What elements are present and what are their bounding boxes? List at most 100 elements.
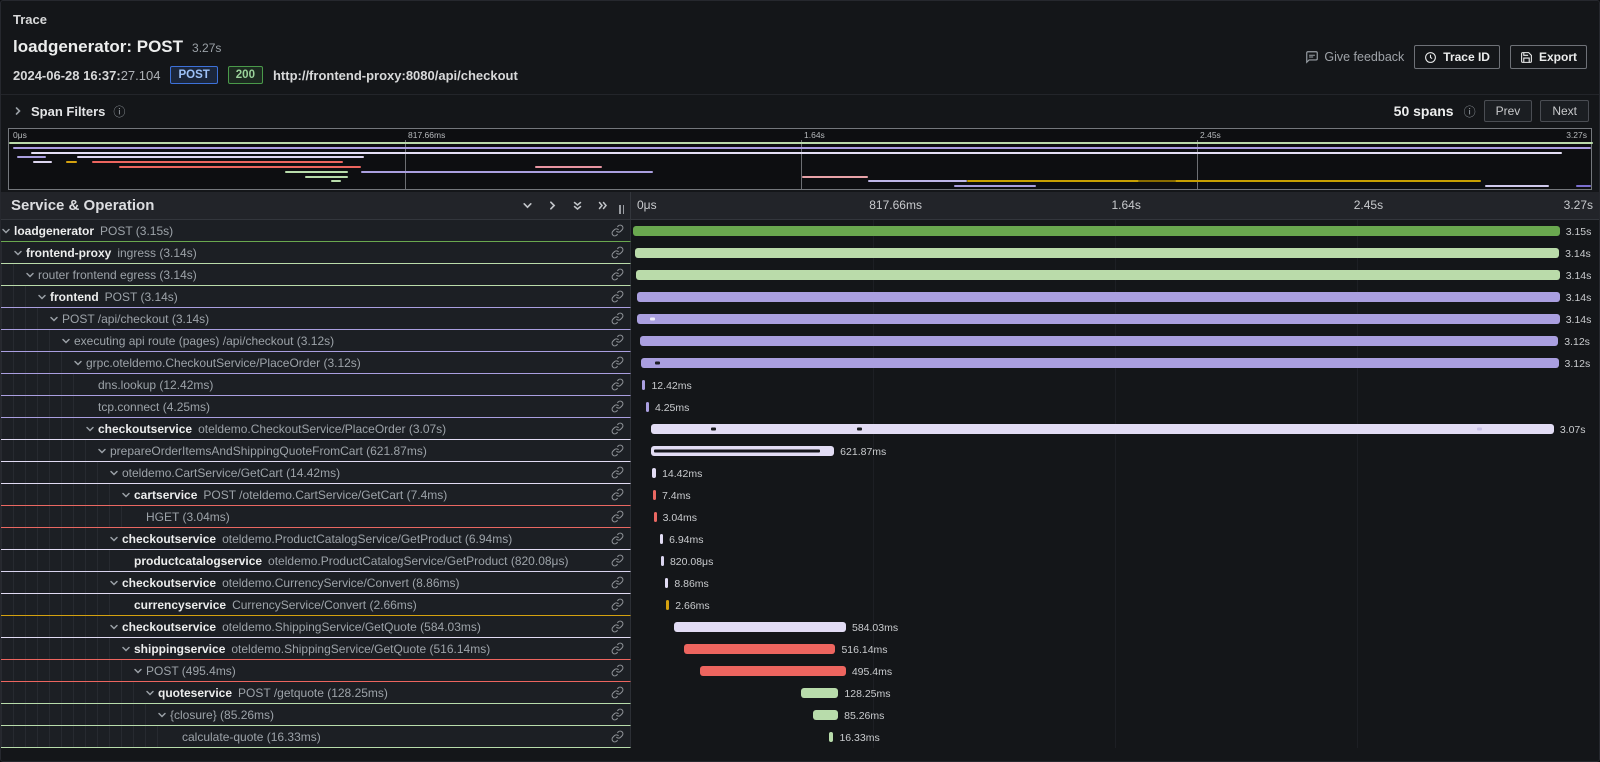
span-duration-bar[interactable] bbox=[646, 402, 649, 412]
span-duration-bar[interactable] bbox=[674, 622, 846, 632]
span-duration-bar[interactable] bbox=[654, 512, 657, 522]
export-button[interactable]: Export bbox=[1510, 45, 1587, 69]
collapse-chevron-icon[interactable] bbox=[85, 424, 98, 434]
span-duration-bar[interactable] bbox=[636, 270, 1560, 280]
span-link-icon[interactable] bbox=[611, 466, 624, 479]
span-name-cell[interactable]: calculate-quote (16.33ms) bbox=[1, 726, 631, 748]
span-link-icon[interactable] bbox=[611, 510, 624, 523]
span-link-icon[interactable] bbox=[611, 290, 624, 303]
collapse-chevron-icon[interactable] bbox=[73, 358, 86, 368]
span-link-icon[interactable] bbox=[611, 598, 624, 611]
span-name-cell[interactable]: executing api route (pages) /api/checkou… bbox=[1, 330, 631, 352]
give-feedback-link[interactable]: Give feedback bbox=[1305, 50, 1404, 64]
span-duration-bar[interactable] bbox=[651, 424, 1554, 434]
span-name-cell[interactable]: loadgeneratorPOST (3.15s) bbox=[1, 220, 631, 242]
span-name-cell[interactable]: checkoutserviceoteldemo.CheckoutService/… bbox=[1, 418, 631, 440]
collapse-all-icon[interactable] bbox=[572, 200, 583, 212]
span-link-icon[interactable] bbox=[611, 686, 624, 699]
span-name-cell[interactable]: tcp.connect (4.25ms) bbox=[1, 396, 631, 418]
collapse-chevron-icon[interactable] bbox=[121, 490, 134, 500]
collapse-chevron-icon[interactable] bbox=[157, 710, 170, 720]
span-duration-bar[interactable] bbox=[633, 226, 1560, 236]
span-link-icon[interactable] bbox=[611, 312, 624, 325]
span-duration-bar[interactable] bbox=[635, 248, 1559, 258]
span-name-cell[interactable]: POST /api/checkout (3.14s) bbox=[1, 308, 631, 330]
collapse-chevron-icon[interactable] bbox=[109, 534, 122, 544]
span-link-icon[interactable] bbox=[611, 532, 624, 545]
span-duration-bar[interactable] bbox=[801, 688, 839, 698]
collapse-chevron-icon[interactable] bbox=[25, 270, 38, 280]
span-name-cell[interactable]: frontend-proxyingress (3.14s) bbox=[1, 242, 631, 264]
span-link-icon[interactable] bbox=[611, 708, 624, 721]
span-link-icon[interactable] bbox=[611, 444, 624, 457]
span-duration-bar[interactable] bbox=[665, 578, 668, 588]
span-name-cell[interactable]: quoteservicePOST /getquote (128.25ms) bbox=[1, 682, 631, 704]
span-duration-bar[interactable] bbox=[653, 490, 656, 500]
span-name-cell[interactable]: checkoutserviceoteldemo.ProductCatalogSe… bbox=[1, 528, 631, 550]
span-name-cell[interactable]: checkoutserviceoteldemo.ShippingService/… bbox=[1, 616, 631, 638]
expand-one-icon[interactable] bbox=[547, 200, 558, 211]
span-link-icon[interactable] bbox=[611, 334, 624, 347]
span-link-icon[interactable] bbox=[611, 378, 624, 391]
span-name-cell[interactable]: dns.lookup (12.42ms) bbox=[1, 374, 631, 396]
span-link-icon[interactable] bbox=[611, 554, 624, 567]
collapse-chevron-icon[interactable] bbox=[1, 226, 14, 236]
span-link-icon[interactable] bbox=[611, 356, 624, 369]
collapse-chevron-icon[interactable] bbox=[61, 336, 74, 346]
span-name-cell[interactable]: {closure} (85.26ms) bbox=[1, 704, 631, 726]
collapse-chevron-icon[interactable] bbox=[109, 578, 122, 588]
collapse-chevron-icon[interactable] bbox=[49, 314, 62, 324]
span-duration-bar[interactable] bbox=[642, 380, 646, 390]
span-link-icon[interactable] bbox=[611, 730, 624, 743]
span-name-cell[interactable]: router frontend egress (3.14s) bbox=[1, 264, 631, 286]
span-duration-bar[interactable] bbox=[651, 446, 834, 456]
panel-resize-handle[interactable] bbox=[619, 205, 624, 214]
next-button[interactable]: Next bbox=[1540, 100, 1589, 122]
span-duration-bar[interactable] bbox=[637, 292, 1560, 302]
span-duration-bar[interactable] bbox=[813, 710, 838, 720]
collapse-chevron-icon[interactable] bbox=[13, 248, 26, 258]
span-name-cell[interactable]: checkoutserviceoteldemo.CurrencyService/… bbox=[1, 572, 631, 594]
span-name-cell[interactable]: cartservicePOST /oteldemo.CartService/Ge… bbox=[1, 484, 631, 506]
span-link-icon[interactable] bbox=[611, 224, 624, 237]
span-duration-bar[interactable] bbox=[660, 534, 663, 544]
span-name-cell[interactable]: productcatalogserviceoteldemo.ProductCat… bbox=[1, 550, 631, 572]
span-link-icon[interactable] bbox=[611, 246, 624, 259]
collapse-chevron-icon[interactable] bbox=[109, 622, 122, 632]
collapse-chevron-icon[interactable] bbox=[133, 666, 146, 676]
span-duration-bar[interactable] bbox=[700, 666, 846, 676]
span-link-icon[interactable] bbox=[611, 642, 624, 655]
span-link-icon[interactable] bbox=[611, 422, 624, 435]
collapse-chevron-icon[interactable] bbox=[109, 468, 122, 478]
span-duration-bar[interactable] bbox=[640, 336, 1558, 346]
span-duration-bar[interactable] bbox=[641, 358, 1558, 368]
span-link-icon[interactable] bbox=[611, 400, 624, 413]
span-name-cell[interactable]: HGET (3.04ms) bbox=[1, 506, 631, 528]
span-name-cell[interactable]: currencyserviceCurrencyService/Convert (… bbox=[1, 594, 631, 616]
span-duration-bar[interactable] bbox=[829, 732, 834, 742]
prev-button[interactable]: Prev bbox=[1484, 100, 1533, 122]
expand-all-icon[interactable] bbox=[597, 200, 609, 211]
span-duration-bar[interactable] bbox=[637, 314, 1560, 324]
trace-minimap[interactable]: 0μs817.66ms1.64s2.45s3.27s bbox=[8, 128, 1592, 190]
span-duration-bar[interactable] bbox=[666, 600, 669, 610]
span-link-icon[interactable] bbox=[611, 488, 624, 501]
span-link-icon[interactable] bbox=[611, 664, 624, 677]
collapse-chevron-icon[interactable] bbox=[121, 644, 134, 654]
span-link-icon[interactable] bbox=[611, 576, 624, 589]
collapse-chevron-icon[interactable] bbox=[97, 446, 110, 456]
span-link-icon[interactable] bbox=[611, 620, 624, 633]
collapse-chevron-icon[interactable] bbox=[145, 688, 158, 698]
minimap-waterfall[interactable] bbox=[9, 140, 1591, 189]
span-duration-bar[interactable] bbox=[652, 468, 656, 478]
span-name-cell[interactable]: shippingserviceoteldemo.ShippingService/… bbox=[1, 638, 631, 660]
span-name-cell[interactable]: oteldemo.CartService/GetCart (14.42ms) bbox=[1, 462, 631, 484]
span-duration-bar[interactable] bbox=[661, 556, 664, 566]
span-name-cell[interactable]: frontendPOST (3.14s) bbox=[1, 286, 631, 308]
span-name-cell[interactable]: POST (495.4ms) bbox=[1, 660, 631, 682]
trace-id-button[interactable]: Trace ID bbox=[1414, 45, 1500, 69]
chevron-right-icon[interactable] bbox=[13, 106, 23, 116]
span-link-icon[interactable] bbox=[611, 268, 624, 281]
span-duration-bar[interactable] bbox=[684, 644, 836, 654]
span-filters-label[interactable]: Span Filters bbox=[31, 104, 105, 119]
